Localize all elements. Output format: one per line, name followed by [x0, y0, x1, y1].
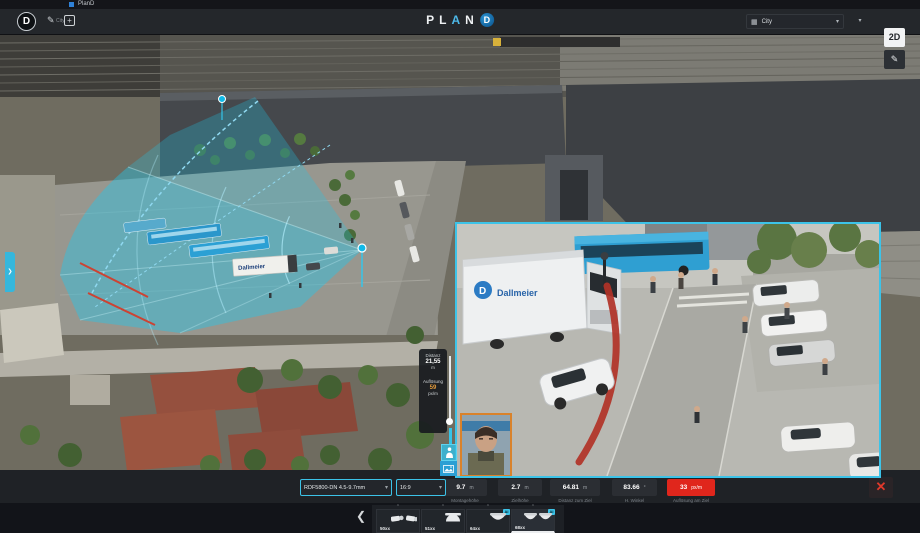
dome-camera-icon — [444, 513, 462, 524]
secondary-dropdown[interactable]: ▾ — [851, 14, 869, 29]
target-distance-field: 64.81 m Distanz zum Ziel — [550, 479, 600, 503]
camera-family-row: ❮ ⌃ 50xx ⌃ 51xx ⌃ AI 64xx — [0, 503, 920, 533]
target-distance-input[interactable]: 64.81 m — [550, 479, 600, 496]
camera-model-select[interactable]: RDF5800-DN 4.5-9.7mm ▾ — [300, 479, 392, 496]
import-icon[interactable]: + — [64, 15, 75, 26]
pland-app-window: PlanD D ✎ City + PLAN D ▦ City ▾ ▾ — [0, 0, 920, 533]
close-button[interactable]: ✕ — [869, 477, 893, 498]
window-titlebar: PlanD — [0, 0, 920, 9]
pland-logo: PLAN D — [426, 13, 494, 27]
chevron-down-icon: ▾ — [836, 18, 839, 25]
height-slider-track[interactable] — [449, 356, 451, 420]
chevron-down-icon: ▾ — [385, 484, 388, 491]
target-resolution-value: 33 px/m — [667, 479, 715, 496]
top-toolbar: D ✎ City + PLAN D ▦ City ▾ ▾ — [0, 9, 920, 35]
logo-text-pl: PL — [426, 13, 451, 27]
camera-family-68xx[interactable]: ⌃ AI 68xx — [511, 509, 555, 533]
aspect-ratio-select[interactable]: 16:9 ▾ — [396, 479, 446, 496]
chevron-up-icon[interactable]: ⌃ — [531, 504, 535, 510]
app-icon — [69, 2, 74, 7]
pencil-icon[interactable]: ✎ — [47, 15, 55, 26]
camera-model-value: RDF5800-DN 4.5-9.7mm — [304, 485, 383, 491]
chevron-up-icon[interactable]: ⌃ — [396, 504, 400, 510]
sidebar-expand-handle[interactable]: ❯ — [5, 252, 15, 292]
chevron-up-icon[interactable]: ⌃ — [441, 504, 445, 510]
dallmeier-logo-button[interactable]: D — [17, 12, 36, 31]
camera-family-64xx[interactable]: ⌃ AI 64xx — [466, 509, 510, 533]
dome-camera-icon — [489, 513, 507, 524]
target-height-input[interactable]: 2.7 m — [498, 479, 542, 496]
pencil-icon: ✎ — [891, 54, 899, 64]
snapshot-chip[interactable] — [440, 461, 457, 476]
box-camera-pair-icon — [391, 513, 417, 524]
person-icon — [445, 447, 454, 459]
chevron-left-icon[interactable]: ❮ — [356, 509, 366, 523]
chevron-down-icon: ▾ — [439, 484, 442, 491]
logo-text-n: N — [465, 13, 479, 27]
target-height-field: 2.7 m Zielhöhe — [498, 479, 542, 503]
distance-label: Distanz — [420, 353, 446, 358]
target-resolution-field: 33 px/m Auflösung am Ziel — [667, 479, 715, 503]
detected-person-portrait — [462, 415, 510, 475]
close-icon: ✕ — [876, 479, 887, 494]
height-slider-handle[interactable] — [446, 418, 453, 425]
mounting-height-input[interactable]: 9.7 m — [443, 479, 487, 496]
chevron-up-icon[interactable]: ⌃ — [486, 504, 490, 510]
map-select-value: City — [762, 19, 836, 25]
svg-text:D: D — [479, 286, 486, 297]
resolution-label: Auflösung — [420, 379, 446, 384]
view-2d-button[interactable]: 2D — [884, 28, 905, 47]
horizontal-angle-field: 83.66 ° H. Winkel — [612, 479, 657, 503]
camera-family-51xx[interactable]: ⌃ 51xx — [421, 509, 465, 533]
mounting-height-field: 9.7 m Montagehöhe — [443, 479, 487, 503]
logo-text-a: A — [452, 13, 466, 27]
image-icon — [443, 465, 454, 473]
aspect-ratio-value: 16:9 — [400, 485, 437, 491]
person-detection-thumbnail[interactable] — [460, 413, 512, 477]
map-select-dropdown[interactable]: ▦ City ▾ — [746, 14, 844, 29]
train — [500, 37, 620, 47]
horizontal-angle-input[interactable]: 83.66 ° — [612, 479, 657, 496]
dome-camera-pair-icon — [524, 513, 552, 524]
pip-scene: D Dallmeier — [457, 224, 879, 476]
person-target-chip[interactable] — [441, 444, 457, 461]
layers-icon: ▦ — [751, 18, 758, 26]
logo-d-icon: D — [480, 13, 494, 27]
resolution-unit: px/m — [420, 391, 446, 396]
window-title: PlanD — [78, 1, 94, 7]
camera-preview-window[interactable]: D Dallmeier — [455, 222, 881, 478]
slider-accent-segment — [449, 428, 452, 444]
measurement-tooltip: Distanz 21,55 m Auflösung 59 px/m — [419, 349, 447, 433]
camera-family-50xx[interactable]: ⌃ 50xx — [376, 509, 420, 533]
svg-text:Dallmeier: Dallmeier — [497, 288, 538, 298]
edit-button[interactable]: ✎ — [884, 50, 905, 69]
